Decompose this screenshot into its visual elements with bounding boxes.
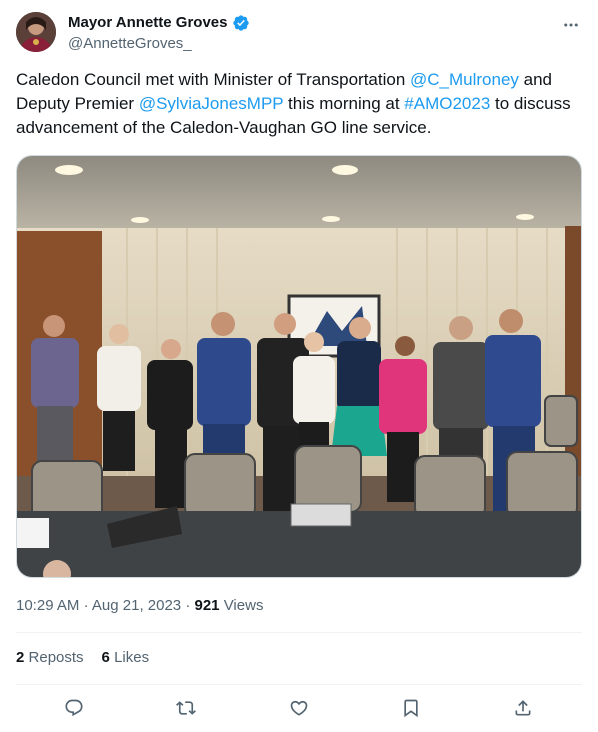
tweet-time[interactable]: 10:29 AM: [16, 597, 79, 614]
avatar[interactable]: [16, 12, 56, 52]
divider: [16, 684, 582, 685]
likes-stat[interactable]: 6 Likes: [102, 648, 150, 668]
likes-count: 6: [101, 649, 110, 666]
hashtag-link[interactable]: #AMO2023: [404, 94, 490, 113]
divider: [16, 632, 582, 633]
views-label: Views: [223, 597, 264, 614]
bookmark-icon[interactable]: [399, 696, 423, 720]
tweet-header: Mayor Annette Groves @AnnetteGroves_: [16, 12, 582, 56]
tweet-text: Caledon Council met with Minister of Tra…: [16, 68, 582, 140]
tweet-actions: [16, 696, 582, 720]
tweet-date[interactable]: Aug 21, 2023: [92, 597, 181, 614]
reposts-label: Reposts: [28, 649, 84, 666]
views-count: 921: [194, 597, 220, 614]
mention-link[interactable]: @SylviaJonesMPP: [139, 94, 284, 113]
author-name-row[interactable]: Mayor Annette Groves: [68, 14, 250, 32]
meta-separator: ·: [83, 597, 89, 614]
reply-icon[interactable]: [62, 696, 86, 720]
tweet-text-part: Caledon Council met with Minister of Tra…: [16, 70, 411, 89]
mention-link[interactable]: @C_Mulroney: [410, 70, 519, 89]
like-icon[interactable]: [287, 696, 311, 720]
tweet-photo[interactable]: [16, 155, 582, 578]
tweet-stats: 2 Reposts 6 Likes: [16, 648, 149, 668]
author-handle[interactable]: @AnnetteGroves_: [68, 34, 250, 54]
likes-label: Likes: [114, 649, 150, 666]
reposts-count: 2: [16, 649, 25, 666]
more-options-icon[interactable]: [560, 14, 582, 36]
verified-badge-icon: [232, 14, 250, 32]
share-icon[interactable]: [511, 696, 535, 720]
meta-separator: ·: [185, 597, 191, 614]
tweet-text-part: this morning at: [283, 94, 405, 113]
reposts-stat[interactable]: 2 Reposts: [16, 648, 84, 668]
repost-icon[interactable]: [174, 696, 198, 720]
tweet-meta: 10:29 AM · Aug 21, 2023 · 921 Views: [16, 596, 263, 616]
author-display-name[interactable]: Mayor Annette Groves: [68, 14, 228, 32]
